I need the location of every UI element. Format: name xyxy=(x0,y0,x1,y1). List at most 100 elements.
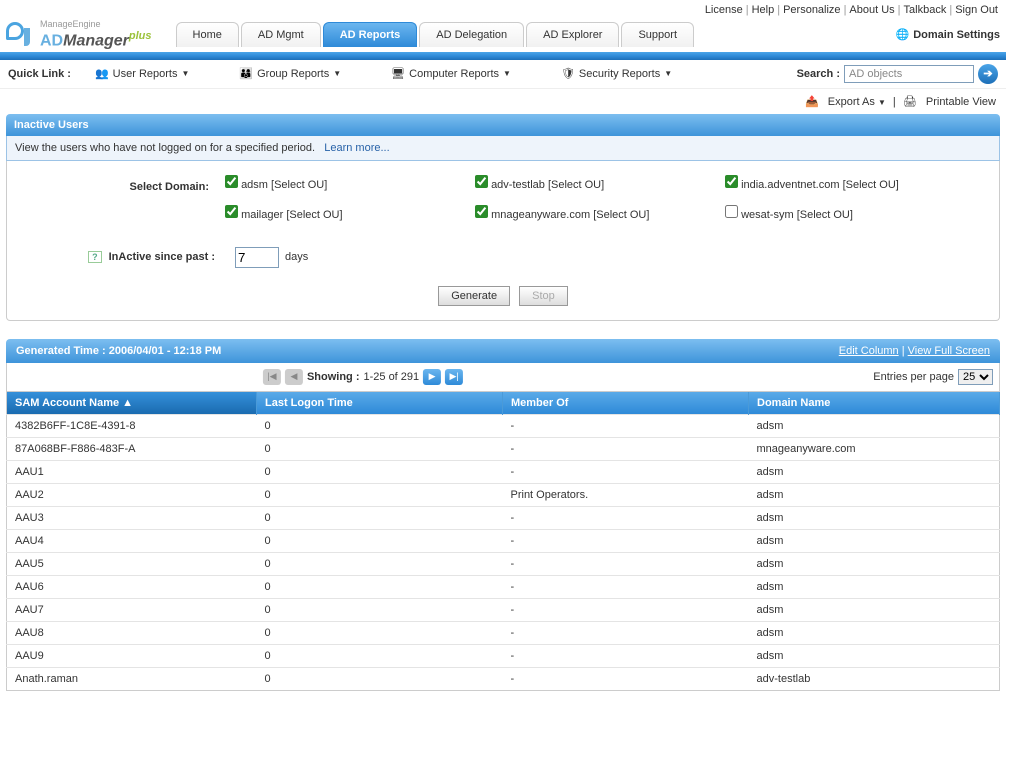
cell-last: 0 xyxy=(257,437,503,460)
results-header: Generated Time : 2006/04/01 - 12:18 PM E… xyxy=(6,339,1000,363)
top-link-about-us[interactable]: About Us xyxy=(849,4,894,16)
table-row[interactable]: AAU30-adsm xyxy=(7,506,1000,529)
logo-plus: plus xyxy=(129,30,152,42)
export-as-link[interactable]: Export As ▼ xyxy=(828,96,886,108)
col-member-of[interactable]: Member Of xyxy=(503,392,749,415)
domain-name: mnageanyware.com xyxy=(491,209,590,221)
tab-home[interactable]: Home xyxy=(176,22,239,47)
showing-label: Showing : xyxy=(307,371,360,383)
generate-button[interactable]: Generate xyxy=(438,286,510,306)
table-row[interactable]: Anath.raman0-adv-testlab xyxy=(7,667,1000,690)
col-domain-name[interactable]: Domain Name xyxy=(749,392,1000,415)
search-go-button[interactable]: ➔ xyxy=(978,64,998,84)
quick-link-user-reports[interactable]: 👥User Reports ▼ xyxy=(95,67,189,80)
print-icon: 🖨 xyxy=(903,96,917,108)
select-ou-link[interactable]: [Select OU] xyxy=(271,179,327,191)
select-ou-link[interactable]: [Select OU] xyxy=(593,209,649,221)
ql-icon: 🛡 xyxy=(561,67,575,80)
cell-member: - xyxy=(503,529,749,552)
tab-ad-reports[interactable]: AD Reports xyxy=(323,22,418,47)
domain-settings-link[interactable]: 🌐 Domain Settings xyxy=(896,28,1001,41)
domain-item-adsm: adsm [Select OU] xyxy=(225,175,475,191)
page-next-button[interactable]: ▶ xyxy=(423,369,441,385)
cell-dom: adsm xyxy=(749,460,1000,483)
table-row[interactable]: 87A068BF-F886-483F-A0-mnageanyware.com xyxy=(7,437,1000,460)
learn-more-link[interactable]: Learn more... xyxy=(324,142,389,154)
page-last-button[interactable]: ▶| xyxy=(445,369,463,385)
quick-link-security-reports[interactable]: 🛡Security Reports ▼ xyxy=(561,67,672,80)
top-link-license[interactable]: License xyxy=(705,4,743,16)
logo-ad: AD xyxy=(40,32,63,49)
table-row[interactable]: 4382B6FF-1C8E-4391-80-adsm xyxy=(7,414,1000,437)
cell-last: 0 xyxy=(257,575,503,598)
logo-manager: Manager xyxy=(63,32,129,49)
domain-settings-label: Domain Settings xyxy=(913,29,1000,41)
top-link-help[interactable]: Help xyxy=(752,4,775,16)
top-link-talkback[interactable]: Talkback xyxy=(904,4,947,16)
cell-sam: 87A068BF-F886-483F-A xyxy=(7,437,257,460)
ql-icon: 🖥 xyxy=(391,67,405,80)
table-row[interactable]: AAU70-adsm xyxy=(7,598,1000,621)
help-icon[interactable]: ? xyxy=(88,251,102,263)
top-link-personalize[interactable]: Personalize xyxy=(783,4,840,16)
cell-sam: AAU1 xyxy=(7,460,257,483)
cell-member: - xyxy=(503,460,749,483)
domain-item-adv-testlab: adv-testlab [Select OU] xyxy=(475,175,725,191)
domain-checkbox[interactable] xyxy=(725,175,738,188)
tab-ad-explorer[interactable]: AD Explorer xyxy=(526,22,619,47)
table-row[interactable]: AAU90-adsm xyxy=(7,644,1000,667)
printable-view-link[interactable]: Printable View xyxy=(926,96,996,108)
ql-label: Group Reports xyxy=(257,68,329,80)
top-link-sign-out[interactable]: Sign Out xyxy=(955,4,998,16)
top-links: License|Help|Personalize|About Us|Talkba… xyxy=(0,0,1006,20)
quick-link-computer-reports[interactable]: 🖥Computer Reports ▼ xyxy=(391,67,511,80)
table-row[interactable]: AAU50-adsm xyxy=(7,552,1000,575)
table-row[interactable]: AAU60-adsm xyxy=(7,575,1000,598)
quick-link-group-reports[interactable]: 👨‍👩‍👦Group Reports ▼ xyxy=(239,67,341,80)
tab-ad-delegation[interactable]: AD Delegation xyxy=(419,22,524,47)
cell-sam: AAU6 xyxy=(7,575,257,598)
search-label: Search : xyxy=(797,68,840,80)
view-full-screen-link[interactable]: View Full Screen xyxy=(908,345,990,357)
ql-label: User Reports xyxy=(113,68,178,80)
select-ou-link[interactable]: [Select OU] xyxy=(797,209,853,221)
col-sam-account-name[interactable]: SAM Account Name ▲ xyxy=(7,392,257,415)
quick-link-row: Quick Link : 👥User Reports ▼👨‍👩‍👦Group R… xyxy=(0,60,1006,89)
cell-last: 0 xyxy=(257,460,503,483)
cell-last: 0 xyxy=(257,483,503,506)
select-ou-link[interactable]: [Select OU] xyxy=(286,209,342,221)
separator: | xyxy=(893,96,896,108)
cell-sam: 4382B6FF-1C8E-4391-8 xyxy=(7,414,257,437)
entries-per-page-select[interactable]: 25 xyxy=(958,369,993,385)
search-input[interactable] xyxy=(844,65,974,83)
cell-dom: adsm xyxy=(749,598,1000,621)
cell-member: - xyxy=(503,506,749,529)
select-ou-link[interactable]: [Select OU] xyxy=(843,179,899,191)
col-last-logon-time[interactable]: Last Logon Time xyxy=(257,392,503,415)
table-row[interactable]: AAU40-adsm xyxy=(7,529,1000,552)
domain-name: mailager xyxy=(241,209,283,221)
domain-checkbox[interactable] xyxy=(475,205,488,218)
cell-member: - xyxy=(503,621,749,644)
select-ou-link[interactable]: [Select OU] xyxy=(548,179,604,191)
panel-title: Inactive Users xyxy=(6,114,1000,136)
globe-gear-icon: 🌐 xyxy=(896,28,910,41)
export-toolbar: 📤 Export As ▼ | 🖨 Printable View xyxy=(0,89,1006,114)
table-row[interactable]: AAU20Print Operators.adsm xyxy=(7,483,1000,506)
domain-checkbox[interactable] xyxy=(225,205,238,218)
domain-checkbox[interactable] xyxy=(475,175,488,188)
domain-checkbox[interactable] xyxy=(725,205,738,218)
tab-support[interactable]: Support xyxy=(621,22,694,47)
edit-column-link[interactable]: Edit Column xyxy=(839,345,899,357)
domain-checkbox[interactable] xyxy=(225,175,238,188)
table-row[interactable]: AAU80-adsm xyxy=(7,621,1000,644)
accent-bar xyxy=(0,52,1006,60)
domain-item-mailager: mailager [Select OU] xyxy=(225,205,475,221)
cell-member: - xyxy=(503,437,749,460)
domain-item-india.adventnet.com: india.adventnet.com [Select OU] xyxy=(725,175,975,191)
table-row[interactable]: AAU10-adsm xyxy=(7,460,1000,483)
tab-ad-mgmt[interactable]: AD Mgmt xyxy=(241,22,321,47)
cell-last: 0 xyxy=(257,644,503,667)
days-input[interactable] xyxy=(235,247,279,268)
cell-sam: AAU8 xyxy=(7,621,257,644)
